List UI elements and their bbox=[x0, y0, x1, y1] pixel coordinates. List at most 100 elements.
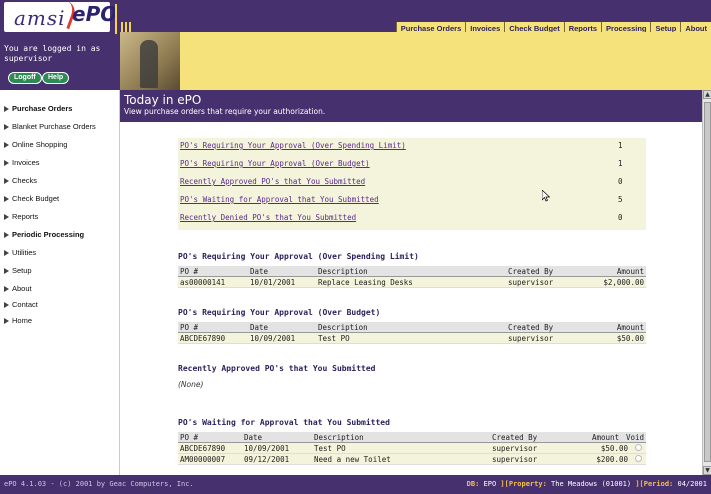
table-row[interactable]: AM00000007 09/12/2001 Need a new Toilet … bbox=[178, 454, 646, 465]
help-button[interactable]: Help bbox=[42, 72, 70, 84]
cell-created-by: supervisor bbox=[492, 444, 538, 453]
col-description: Description bbox=[318, 323, 368, 332]
scroll-up-arrow-icon[interactable]: ▲ bbox=[703, 90, 711, 99]
cell-po: ABCDE67890 bbox=[180, 334, 226, 343]
table-header: PO # Date Description Created By Amount bbox=[178, 266, 646, 277]
property-label: Property: bbox=[508, 480, 547, 488]
section-title-over-limit: PO's Requiring Your Approval (Over Spend… bbox=[178, 252, 419, 261]
cell-po: ABCDE67890 bbox=[180, 444, 226, 453]
logo-bars-icon bbox=[115, 4, 155, 34]
sidebar-item-label: Contact bbox=[12, 300, 38, 309]
sidebar-item-invoices[interactable]: Invoices bbox=[4, 158, 40, 167]
cell-amount: $50.00 bbox=[616, 334, 644, 343]
cell-amount: $2,000.00 bbox=[603, 278, 644, 287]
sidebar-item-periodic-processing[interactable]: Periodic Processing bbox=[4, 230, 84, 239]
footer: ePO 4.1.03 - (c) 2001 by Geac Computers,… bbox=[0, 475, 711, 494]
summary-row: PO's Waiting for Approval that You Submi… bbox=[178, 192, 646, 210]
table-row[interactable]: ABCDE67890 10/09/2001 Test PO supervisor… bbox=[178, 333, 646, 344]
summary-count: 5 bbox=[618, 195, 623, 204]
sidebar-item-home[interactable]: Home bbox=[4, 316, 32, 325]
summary-link-recently-approved[interactable]: Recently Approved PO's that You Submitte… bbox=[180, 177, 365, 186]
col-po: PO # bbox=[180, 323, 199, 332]
sidebar-item-checks[interactable]: Checks bbox=[4, 176, 37, 185]
sidebar-item-contact[interactable]: Contact bbox=[4, 300, 38, 309]
vertical-scrollbar[interactable]: ▲ ▼ bbox=[702, 90, 711, 475]
col-description: Description bbox=[318, 267, 368, 276]
table-over-limit: PO # Date Description Created By Amount … bbox=[178, 266, 646, 288]
triangle-right-icon bbox=[4, 318, 9, 325]
logo-epo-text: ePO bbox=[72, 2, 118, 26]
sidebar-item-purchase-orders[interactable]: Purchase Orders bbox=[4, 104, 72, 113]
cell-date: 10/09/2001 bbox=[250, 334, 296, 343]
cell-created-by: supervisor bbox=[508, 334, 554, 343]
sidebar-item-label: Checks bbox=[12, 176, 38, 185]
cell-po: as00000141 bbox=[180, 278, 226, 287]
col-date: Date bbox=[244, 433, 263, 442]
page-header: Today in ePO View purchase orders that r… bbox=[120, 90, 702, 122]
col-date: Date bbox=[250, 323, 269, 332]
table-row[interactable]: as00000141 10/01/2001 Replace Leasing De… bbox=[178, 277, 646, 288]
scroll-down-arrow-icon[interactable]: ▼ bbox=[703, 466, 711, 475]
db-value: EPO bbox=[483, 480, 497, 488]
summary-row: PO's Requiring Your Approval (Over Spend… bbox=[178, 138, 646, 156]
triangle-right-icon bbox=[4, 232, 9, 239]
cell-description: Test PO bbox=[318, 334, 350, 343]
sidebar-item-label: Blanket Purchase Orders bbox=[12, 122, 96, 131]
cell-created-by: supervisor bbox=[492, 455, 538, 464]
table-header: PO # Date Description Created By Amount … bbox=[178, 432, 646, 443]
col-created-by: Created By bbox=[508, 267, 554, 276]
col-description: Description bbox=[314, 433, 364, 442]
summary-link-recently-denied[interactable]: Recently Denied PO's that You Submitted bbox=[180, 213, 356, 222]
summary-panel: PO's Requiring Your Approval (Over Spend… bbox=[178, 138, 646, 230]
summary-row: PO's Requiring Your Approval (Over Budge… bbox=[178, 156, 646, 174]
void-radio[interactable] bbox=[635, 444, 642, 451]
col-created-by: Created By bbox=[492, 433, 538, 442]
sidebar-item-online-shopping[interactable]: Online Shopping bbox=[4, 140, 67, 149]
sidebar-item-label: Home bbox=[12, 316, 33, 325]
triangle-right-icon bbox=[4, 142, 9, 149]
scroll-thumb[interactable] bbox=[704, 102, 711, 462]
col-amount: Amount bbox=[616, 323, 644, 332]
logo-amsi-text: amsi bbox=[14, 6, 66, 30]
table-over-budget: PO # Date Description Created By Amount … bbox=[178, 322, 646, 344]
summary-link-waiting[interactable]: PO's Waiting for Approval that You Submi… bbox=[180, 195, 379, 204]
status-bar: DB: EPO ][Property: The Meadows (01001) … bbox=[466, 480, 707, 488]
triangle-right-icon bbox=[4, 268, 9, 275]
triangle-right-icon bbox=[4, 196, 9, 203]
section-title-waiting: PO's Waiting for Approval that You Submi… bbox=[178, 418, 390, 427]
sidebar-item-check-budget[interactable]: Check Budget bbox=[4, 194, 59, 203]
sidebar-item-reports[interactable]: Reports bbox=[4, 212, 38, 221]
sidebar-item-about[interactable]: About bbox=[4, 284, 32, 293]
triangle-right-icon bbox=[4, 178, 9, 185]
none-text: (None) bbox=[178, 380, 204, 389]
page-subtitle: View purchase orders that require your a… bbox=[124, 107, 326, 116]
triangle-right-icon bbox=[4, 302, 9, 309]
table-waiting: PO # Date Description Created By Amount … bbox=[178, 432, 646, 465]
table-row[interactable]: ABCDE67890 10/09/2001 Test PO supervisor… bbox=[178, 443, 646, 454]
sidebar-item-label: About bbox=[12, 284, 32, 293]
mouse-cursor-icon bbox=[542, 190, 550, 202]
sidebar-item-utilities[interactable]: Utilities bbox=[4, 248, 36, 257]
sidebar-item-label: Utilities bbox=[12, 248, 37, 257]
summary-link-over-limit[interactable]: PO's Requiring Your Approval (Over Spend… bbox=[180, 141, 406, 150]
cell-description: Replace Leasing Desks bbox=[318, 278, 413, 287]
sidebar-item-setup[interactable]: Setup bbox=[4, 266, 32, 275]
cell-date: 10/09/2001 bbox=[244, 444, 290, 453]
sidebar-item-label: Periodic Processing bbox=[12, 230, 85, 239]
summary-link-over-budget[interactable]: PO's Requiring Your Approval (Over Budge… bbox=[180, 159, 370, 168]
triangle-right-icon bbox=[4, 124, 9, 131]
sidebar-item-label: Reports bbox=[12, 212, 39, 221]
void-radio[interactable] bbox=[635, 455, 642, 462]
cell-date: 09/12/2001 bbox=[244, 455, 290, 464]
triangle-right-icon bbox=[4, 214, 9, 221]
copyright-text: ePO 4.1.03 - (c) 2001 by Geac Computers,… bbox=[4, 480, 194, 488]
logoff-button[interactable]: Logoff bbox=[8, 72, 42, 84]
col-created-by: Created By bbox=[508, 323, 554, 332]
logged-in-text: You are logged in as supervisor bbox=[4, 44, 101, 63]
sidebar-item-blanket-purchase-orders[interactable]: Blanket Purchase Orders bbox=[4, 122, 96, 131]
cell-po: AM00000007 bbox=[180, 455, 226, 464]
col-void: Void bbox=[625, 433, 644, 442]
sidebar-item-label: Invoices bbox=[12, 158, 40, 167]
page-title: Today in ePO bbox=[124, 93, 202, 107]
db-label: DB: bbox=[466, 480, 480, 488]
